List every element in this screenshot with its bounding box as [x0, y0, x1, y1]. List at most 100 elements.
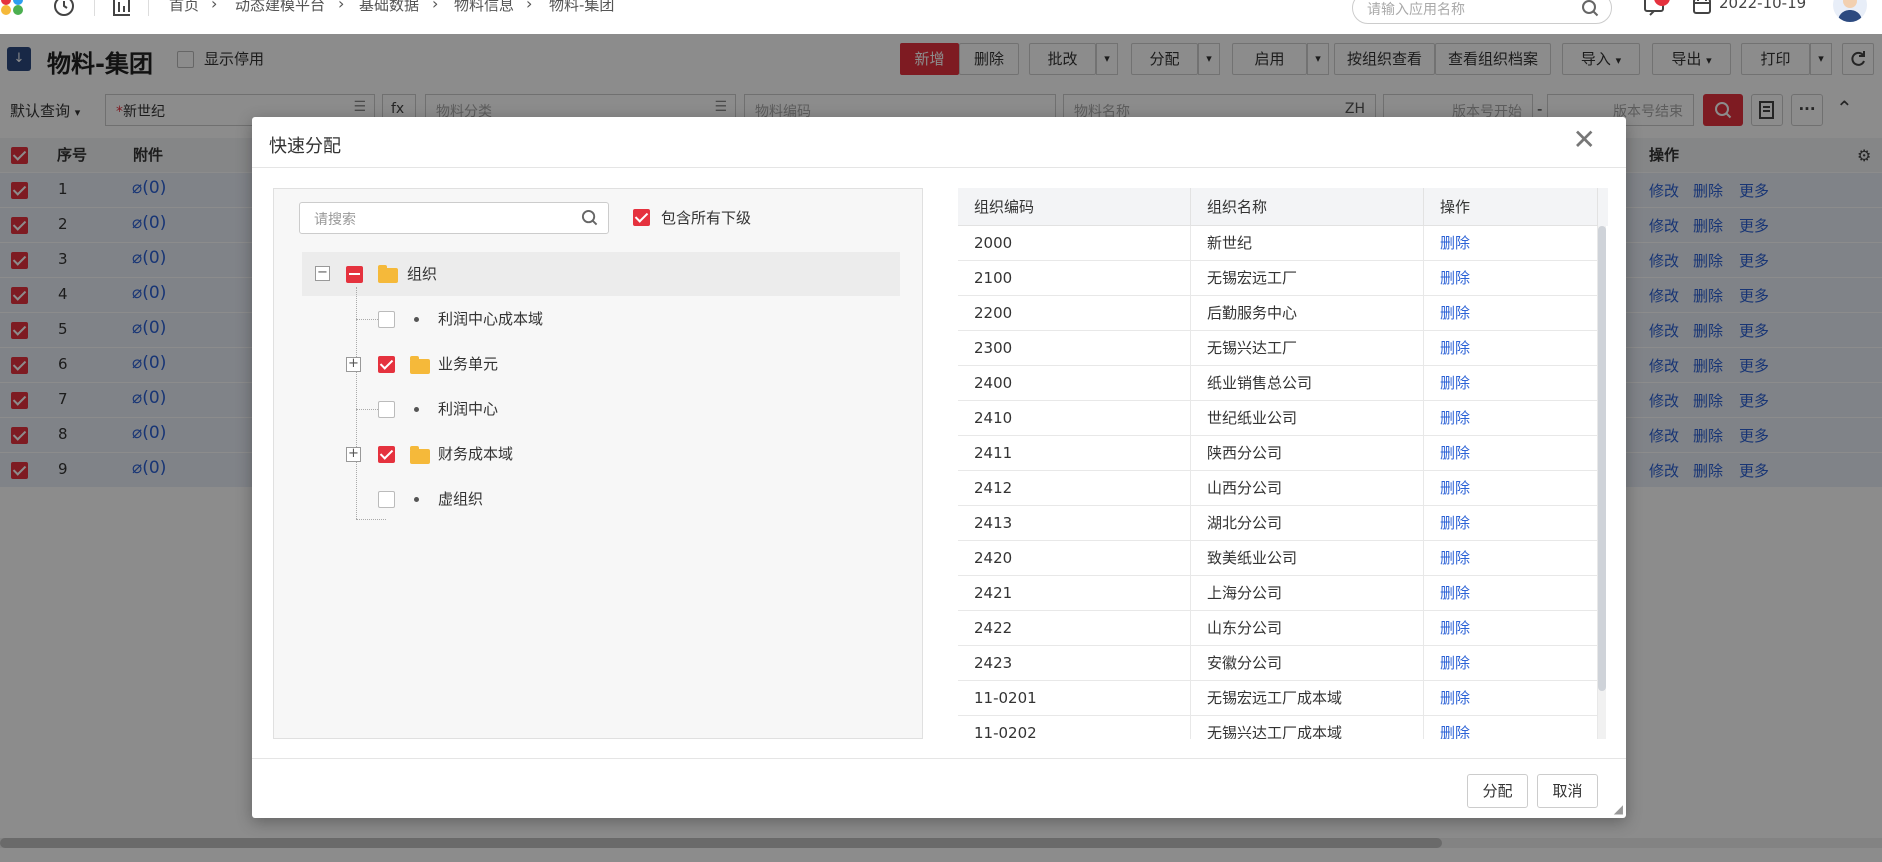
tree-node-label[interactable]: 业务单元	[438, 344, 498, 384]
resize-handle-icon[interactable]: ◢	[1614, 802, 1623, 816]
tree-node-checkbox[interactable]	[378, 356, 395, 373]
tree-node-checkbox[interactable]	[378, 401, 395, 418]
tree-node-checkbox[interactable]	[378, 446, 395, 463]
chevron-right-icon: ›	[211, 0, 218, 13]
vertical-scrollbar[interactable]	[1598, 226, 1606, 739]
org-name-cell: 上海分公司	[1191, 576, 1424, 611]
history-icon[interactable]	[52, 0, 76, 22]
tree-root-label[interactable]: 组织	[407, 254, 437, 294]
tree-node-label[interactable]: 财务成本域	[438, 434, 513, 474]
col-org-code-header: 组织编码	[958, 188, 1191, 226]
include-children-checkbox[interactable]	[633, 209, 650, 226]
org-code-cell: 2413	[958, 506, 1191, 541]
org-name-cell: 致美纸业公司	[1191, 541, 1424, 576]
tree-root-checkbox[interactable]	[346, 266, 363, 283]
org-code-cell: 2412	[958, 471, 1191, 506]
org-code-cell: 11-0202	[958, 716, 1191, 739]
table-row: 2411 陕西分公司 删除	[958, 436, 1598, 471]
dialog-footer-divider	[252, 758, 1626, 759]
row-delete-link[interactable]: 删除	[1424, 226, 1598, 261]
search-icon[interactable]	[1581, 0, 1599, 21]
dialog-divider	[252, 167, 1626, 168]
calendar-icon[interactable]	[1692, 0, 1712, 19]
org-code-cell: 2410	[958, 401, 1191, 436]
row-delete-link[interactable]: 删除	[1424, 646, 1598, 681]
row-delete-link[interactable]: 删除	[1424, 401, 1598, 436]
row-delete-link[interactable]: 删除	[1424, 716, 1598, 739]
row-delete-link[interactable]: 删除	[1424, 296, 1598, 331]
assign-confirm-button[interactable]: 分配	[1467, 774, 1528, 808]
org-name-cell: 安徽分公司	[1191, 646, 1424, 681]
assigned-org-table: 组织编码 组织名称 操作 2000 新世纪 删除 2100 无锡宏远工厂 删除 2200 后勤…	[958, 188, 1608, 739]
nav-divider	[148, 0, 149, 16]
table-row: 2413 湖北分公司 删除	[958, 506, 1598, 541]
row-delete-link[interactable]: 删除	[1424, 436, 1598, 471]
row-delete-link[interactable]: 删除	[1424, 506, 1598, 541]
table-row: 11-0201 无锡宏远工厂成本域 删除	[958, 681, 1598, 716]
breadcrumb-item[interactable]: 基础数据	[359, 0, 419, 15]
cancel-button[interactable]: 取消	[1537, 774, 1598, 808]
row-delete-link[interactable]: 删除	[1424, 366, 1598, 401]
table-row: 2400 纸业销售总公司 删除	[958, 366, 1598, 401]
app-logo[interactable]	[0, 0, 26, 16]
org-code-cell: 2100	[958, 261, 1191, 296]
leaf-dot-icon	[414, 407, 419, 412]
row-delete-link[interactable]: 删除	[1424, 261, 1598, 296]
folder-open-icon	[378, 265, 398, 283]
org-code-cell: 2422	[958, 611, 1191, 646]
table-row: 2200 后勤服务中心 删除	[958, 296, 1598, 331]
table-row: 2420 致美纸业公司 删除	[958, 541, 1598, 576]
org-code-cell: 2421	[958, 576, 1191, 611]
org-name-cell: 无锡宏远工厂成本域	[1191, 681, 1424, 716]
table-row: 2410 世纪纸业公司 删除	[958, 401, 1598, 436]
app-search-input[interactable]: 请输入应用名称	[1352, 0, 1612, 24]
leaf-dot-icon	[414, 317, 419, 322]
row-delete-link[interactable]: 删除	[1424, 331, 1598, 366]
org-code-cell: 11-0201	[958, 681, 1191, 716]
row-delete-link[interactable]: 删除	[1424, 541, 1598, 576]
row-delete-link[interactable]: 删除	[1424, 681, 1598, 716]
search-icon[interactable]	[581, 209, 598, 230]
tree-node-label[interactable]: 虚组织	[438, 479, 483, 519]
row-delete-link[interactable]: 删除	[1424, 471, 1598, 506]
org-name-cell: 新世纪	[1191, 226, 1424, 261]
current-date: 2022-10-19	[1719, 0, 1807, 12]
org-name-cell: 山东分公司	[1191, 611, 1424, 646]
collapse-toggle-icon[interactable]: −	[315, 266, 330, 281]
scrollbar-thumb[interactable]	[1598, 226, 1606, 691]
org-name-cell: 陕西分公司	[1191, 436, 1424, 471]
tree-node-checkbox[interactable]	[378, 491, 395, 508]
report-icon[interactable]	[110, 0, 134, 22]
org-name-cell: 无锡兴达工厂	[1191, 331, 1424, 366]
close-icon[interactable]: ✕	[1573, 125, 1596, 155]
tree-node-label[interactable]: 利润中心成本域	[438, 299, 543, 339]
row-delete-link[interactable]: 删除	[1424, 611, 1598, 646]
tree-connector	[356, 519, 386, 520]
org-code-cell: 2423	[958, 646, 1191, 681]
nav-divider	[94, 0, 95, 16]
folder-icon	[410, 356, 430, 374]
breadcrumb-item[interactable]: 动态建模平台	[235, 0, 325, 15]
org-tree-panel: 请搜索 包含所有下级 − 组织 利润中心成本域 + 业务单元 利润中心 + 财务…	[273, 188, 923, 739]
chevron-right-icon: ›	[338, 0, 345, 13]
org-code-cell: 2000	[958, 226, 1191, 261]
chevron-right-icon: ›	[432, 0, 439, 13]
breadcrumb-item[interactable]: 首页	[169, 0, 199, 15]
org-name-cell: 无锡兴达工厂成本域	[1191, 716, 1424, 739]
expand-toggle-icon[interactable]: +	[346, 357, 361, 372]
expand-toggle-icon[interactable]: +	[346, 447, 361, 462]
table-header-filler	[1598, 188, 1608, 226]
chevron-right-icon: ›	[526, 0, 533, 13]
table-row: 2412 山西分公司 删除	[958, 471, 1598, 506]
table-row: 2423 安徽分公司 删除	[958, 646, 1598, 681]
org-code-cell: 2420	[958, 541, 1191, 576]
table-row: 2422 山东分公司 删除	[958, 611, 1598, 646]
avatar[interactable]	[1833, 0, 1867, 22]
tree-search-input[interactable]: 请搜索	[299, 202, 609, 234]
col-ops-header: 操作	[1424, 188, 1598, 226]
row-delete-link[interactable]: 删除	[1424, 576, 1598, 611]
breadcrumb-item[interactable]: 物料信息	[454, 0, 514, 15]
tree-node-checkbox[interactable]	[378, 311, 395, 328]
top-navigation: 首页 › 动态建模平台 › 基础数据 › 物料信息 › 物料-集团 请输入应用名…	[0, 0, 1882, 34]
tree-node-label[interactable]: 利润中心	[438, 389, 498, 429]
